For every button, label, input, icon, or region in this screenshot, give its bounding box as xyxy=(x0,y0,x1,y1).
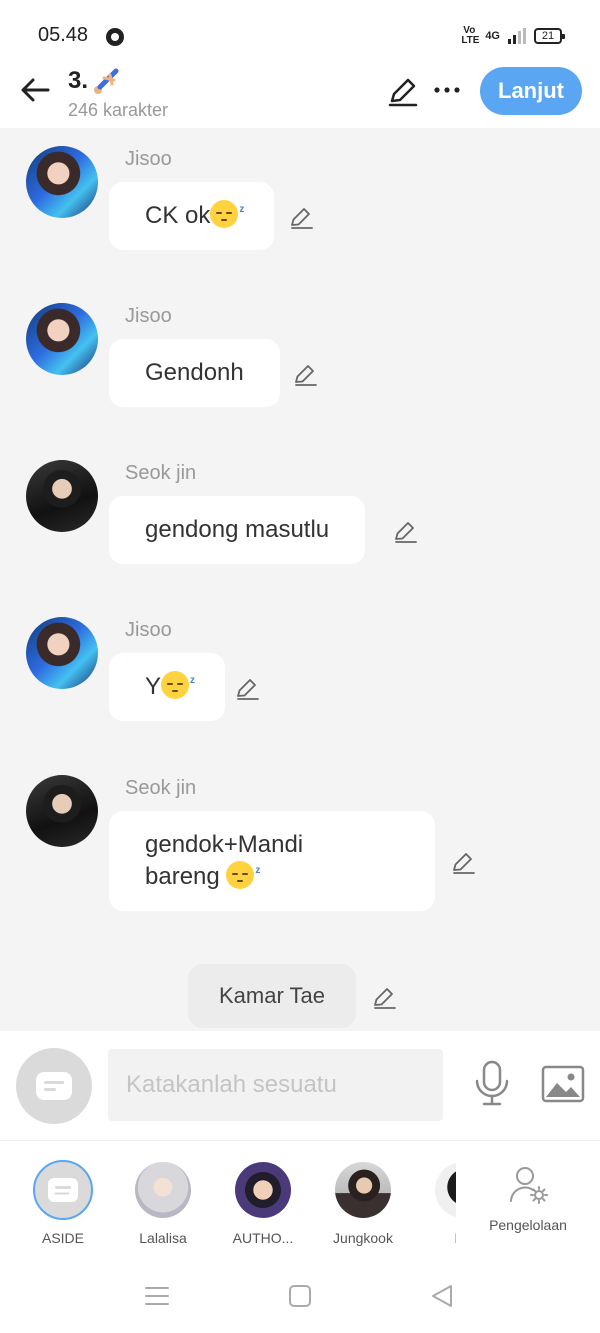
character-author[interactable]: AUTHO... xyxy=(221,1162,305,1246)
message-input[interactable] xyxy=(108,1049,443,1121)
chat-area[interactable]: Jisoo CK ok z Jisoo Gendonh Seok jin gend… xyxy=(0,128,600,1031)
avatar xyxy=(435,1162,456,1218)
message-bubble[interactable]: gendong masutlu xyxy=(109,496,366,564)
status-time: 05.48 xyxy=(38,24,89,46)
aside-message[interactable]: Kamar Tae xyxy=(188,964,356,1028)
sleeping-face-emoji: z xyxy=(226,861,260,889)
avatar[interactable] xyxy=(26,303,98,375)
character-selector: ASIDE Lalalisa AUTHO... Jungkook Kir Pen… xyxy=(0,1141,600,1259)
sender-name: Seok jin xyxy=(125,777,197,799)
character-name: AUTHO... xyxy=(232,1230,294,1246)
sleeping-face-emoji: z xyxy=(161,671,195,699)
nav-back-icon[interactable] xyxy=(430,1283,454,1309)
edit-message-icon[interactable] xyxy=(288,204,314,230)
message-text-line-2: bareng xyxy=(145,863,227,890)
avatar[interactable] xyxy=(26,775,98,847)
status-indicators: Vo LTE 4G 21 xyxy=(461,25,565,46)
signal-icon xyxy=(508,28,526,44)
person-gear-icon xyxy=(510,1167,548,1204)
home-icon[interactable] xyxy=(289,1285,311,1307)
edit-title-icon[interactable] xyxy=(386,74,420,108)
message-text: Y xyxy=(145,673,162,700)
back-arrow-icon[interactable] xyxy=(18,72,54,108)
character-aside[interactable]: ASIDE xyxy=(21,1160,105,1246)
page-title: 3. xyxy=(68,66,124,96)
character-kim[interactable]: Kir xyxy=(421,1162,456,1246)
sender-name: Jisoo xyxy=(125,148,172,170)
message-text-line-1: gendok+Mandi xyxy=(145,831,304,858)
message-bubble[interactable]: gendok+Mandi bareng z xyxy=(109,811,435,911)
aside-bubble-icon xyxy=(33,1160,93,1220)
avatar xyxy=(335,1162,391,1218)
message-text: CK ok xyxy=(145,202,211,229)
avatar xyxy=(135,1162,191,1218)
composer xyxy=(0,1031,600,1141)
message-bubble[interactable]: CK ok z xyxy=(109,182,275,250)
title-text: 3. xyxy=(68,67,89,94)
edit-message-icon[interactable] xyxy=(392,518,418,544)
sender-name: Jisoo xyxy=(125,619,172,641)
image-icon[interactable] xyxy=(541,1065,585,1103)
status-bar: 05.48 Vo LTE 4G 21 xyxy=(0,0,600,64)
acrobat-emoji-icon xyxy=(94,68,119,94)
edit-message-icon[interactable] xyxy=(234,675,260,701)
aside-message-text: Kamar Tae xyxy=(219,983,325,1008)
recent-apps-icon[interactable] xyxy=(144,1285,170,1307)
management-button[interactable]: Pengelolaan xyxy=(474,1165,582,1233)
character-strip[interactable]: ASIDE Lalalisa AUTHO... Jungkook Kir xyxy=(0,1141,456,1259)
character-name: Lalalisa xyxy=(139,1230,187,1246)
aside-bubble-icon xyxy=(36,1072,72,1100)
character-lalalisa[interactable]: Lalalisa xyxy=(121,1162,205,1246)
management-label: Pengelolaan xyxy=(489,1217,567,1233)
edit-aside-icon[interactable] xyxy=(371,984,397,1010)
more-icon[interactable] xyxy=(432,78,462,102)
character-jungkook[interactable]: Jungkook xyxy=(321,1162,405,1246)
avatar xyxy=(235,1162,291,1218)
character-name: Jungkook xyxy=(333,1230,393,1246)
character-count: 246 karakter xyxy=(68,100,169,120)
mic-icon[interactable] xyxy=(472,1059,512,1107)
battery-icon: 21 xyxy=(534,28,565,44)
avatar[interactable] xyxy=(26,617,98,689)
avatar[interactable] xyxy=(26,460,98,532)
chrome-icon xyxy=(106,28,124,46)
sleeping-face-emoji: z xyxy=(210,200,244,228)
header: 3. 246 karakter Lanjut xyxy=(0,64,600,128)
sender-name: Seok jin xyxy=(125,462,197,484)
message-bubble[interactable]: Gendonh xyxy=(109,339,280,407)
network-type: 4G xyxy=(485,30,500,42)
message-bubble[interactable]: Yz xyxy=(109,653,226,721)
message-text: Gendonh xyxy=(145,359,244,386)
avatar[interactable] xyxy=(26,146,98,218)
edit-message-icon[interactable] xyxy=(292,361,318,387)
edit-message-icon[interactable] xyxy=(450,849,476,875)
message-text: gendong masutlu xyxy=(145,516,330,543)
character-name: Kir xyxy=(421,1230,456,1246)
character-name: ASIDE xyxy=(41,1230,84,1246)
system-nav-bar xyxy=(0,1259,600,1333)
next-button[interactable]: Lanjut xyxy=(480,67,582,115)
volte-icon: Vo LTE xyxy=(461,25,480,46)
sender-name: Jisoo xyxy=(125,305,172,327)
aside-toggle-button[interactable] xyxy=(16,1048,92,1124)
